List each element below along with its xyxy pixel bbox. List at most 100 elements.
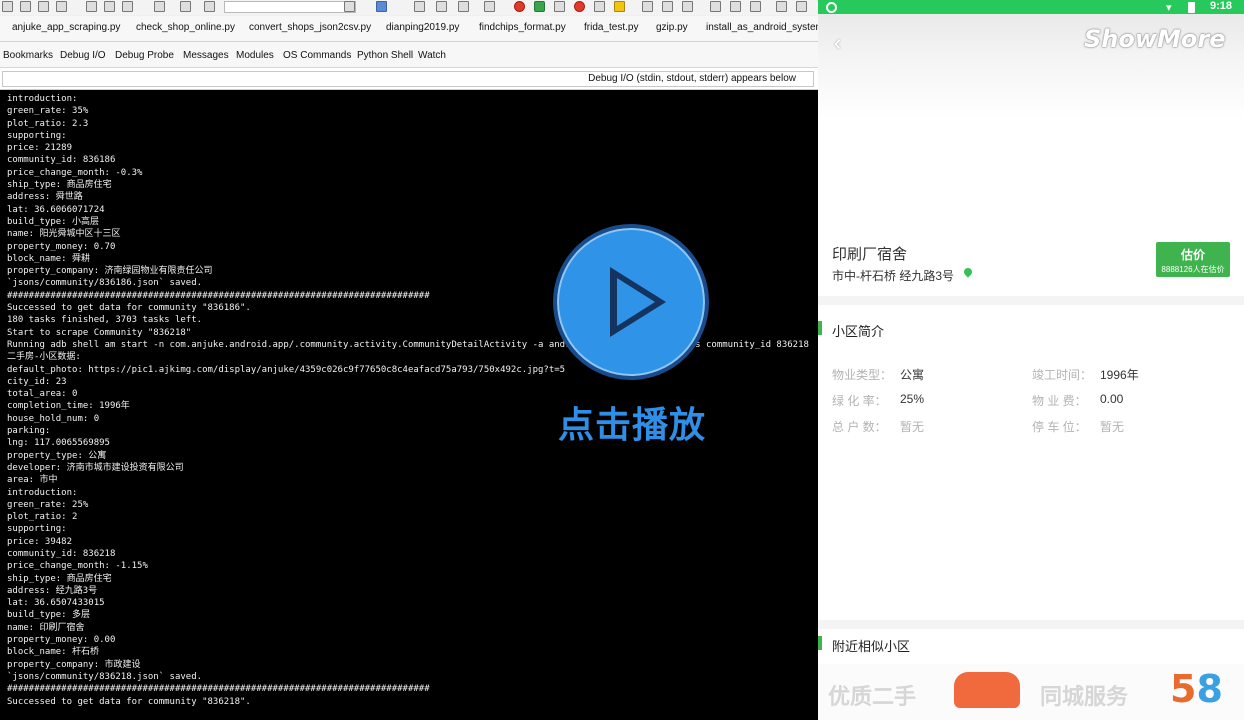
console-line: build_type: 多层 (7, 610, 91, 621)
down-stack-icon[interactable] (730, 1, 741, 12)
watermark-logo: ShowMore (1084, 25, 1226, 53)
file-tab[interactable]: convert_shops_json2csv.py (249, 22, 371, 33)
play-label[interactable]: 点击播放 (553, 396, 711, 448)
file-tab[interactable]: anjuke_app_scraping.py (12, 22, 120, 33)
console-line: supporting: (7, 524, 67, 535)
property-fee-label: 物 业 费： (1032, 394, 1087, 408)
options-icon[interactable] (796, 1, 807, 12)
pause-icon[interactable] (614, 1, 625, 12)
play-button[interactable] (553, 224, 709, 380)
tab-debug-io[interactable]: Debug I/O (60, 50, 106, 61)
file-tab[interactable]: check_shop_online.py (136, 22, 235, 33)
search-icon[interactable] (344, 1, 355, 12)
intro-section-title: 小区简介 (832, 324, 885, 339)
estimate-button-label: 估价 (1180, 248, 1205, 262)
notification-icon (826, 2, 837, 13)
file-tab[interactable]: gzip.py (656, 22, 688, 33)
file-tab[interactable]: frida_test.py (584, 22, 638, 33)
watch-icon[interactable] (776, 1, 787, 12)
run-icon[interactable] (484, 1, 495, 12)
tab-debug-probe[interactable]: Debug Probe (115, 50, 174, 61)
console-line: plot_ratio: 2 (7, 512, 78, 523)
intro-section-header: 小区简介 (818, 318, 1244, 339)
tab-python-shell[interactable]: Python Shell (357, 50, 413, 61)
console-line: ########################################… (7, 684, 430, 695)
green-rate-label: 绿 化 率： (832, 394, 887, 408)
location-pin-icon[interactable] (962, 266, 974, 278)
comment-icon[interactable] (458, 1, 469, 12)
up-stack-icon[interactable] (710, 1, 721, 12)
stop-icon[interactable] (574, 1, 585, 12)
console-line: build_type: 小高层 (7, 216, 100, 227)
tab-modules[interactable]: Modules (236, 50, 274, 61)
debug-play-icon[interactable] (534, 1, 545, 12)
redo-icon[interactable] (180, 1, 191, 12)
console-line: community_id: 836186 (7, 155, 116, 166)
step-out-icon[interactable] (682, 1, 693, 12)
paste-icon[interactable] (122, 1, 133, 12)
console-line: Successed to get data for community "836… (7, 696, 251, 707)
console-line: lat: 36.6507433015 (7, 598, 105, 609)
console-line: price: 21289 (7, 143, 73, 154)
completion-value: 1996年 (1100, 368, 1139, 382)
console-line: supporting: (7, 130, 67, 141)
tab-os-commands[interactable]: OS Commands (283, 50, 351, 61)
file-tab[interactable]: install_as_android_system (706, 22, 824, 33)
outdent-icon[interactable] (436, 1, 447, 12)
community-address: 市中-杆石桥 经九路3号 (832, 269, 955, 283)
indent-icon[interactable] (414, 1, 425, 12)
tab-bookmarks[interactable]: Bookmarks (3, 50, 53, 61)
property-type-value: 公寓 (900, 368, 925, 382)
frame-icon[interactable] (750, 1, 761, 12)
households-label: 总 户 数： (832, 420, 887, 434)
file-tab[interactable]: findchips_format.py (479, 22, 566, 33)
console-line: property_money: 0.00 (7, 635, 116, 646)
cut-icon[interactable] (86, 1, 97, 12)
logo-58-icon: 58 (1170, 667, 1223, 711)
tab-watch[interactable]: Watch (418, 50, 446, 61)
console-line: green_rate: 25% (7, 499, 89, 510)
console-line: area: 市中 (7, 475, 58, 486)
parking-value: 暂无 (1100, 420, 1125, 434)
banner-text-right: 同城服务 (1040, 685, 1129, 710)
section-accent-bar (818, 321, 822, 335)
estimate-button[interactable]: 估价 8888126人在估价 (1156, 242, 1230, 277)
breakpoint-icon[interactable] (514, 1, 525, 12)
console-line: `jsons/community/836218.json` saved. (7, 671, 203, 682)
tab-messages[interactable]: Messages (183, 50, 229, 61)
console-line: community_id: 836218 (7, 548, 116, 559)
console-line: block_name: 杆石桥 (7, 647, 100, 658)
open-folder-icon[interactable] (20, 1, 31, 12)
save-icon[interactable] (38, 1, 49, 12)
nearby-section-title: 附近相似小区 (832, 639, 911, 654)
estimate-count: 8888126人在估价 (1161, 265, 1225, 274)
battery-icon (1188, 2, 1195, 13)
step-over-icon[interactable] (662, 1, 673, 12)
file-tab[interactable]: dianping2019.py (386, 22, 459, 33)
clipboard-icon[interactable] (594, 1, 605, 12)
copy-icon[interactable] (104, 1, 115, 12)
back-arrow-icon[interactable]: ‹ (834, 30, 841, 56)
console-line: introduction: (7, 487, 78, 498)
zoom-icon[interactable] (376, 1, 387, 12)
promo-banner[interactable]: 优质二手 同城服务 58 (818, 664, 1244, 720)
ide-window: anjuke_app_scraping.py check_shop_online… (0, 0, 824, 720)
status-time: 9:18 (1210, 0, 1233, 12)
step-icon[interactable] (554, 1, 565, 12)
console-line: ship_type: 商品房住宅 (7, 573, 112, 584)
console-line: property_company: 市政建设 (7, 659, 141, 670)
console-line: price_change_month: -1.15% (7, 561, 148, 572)
console-line: city_id: 23 (7, 376, 67, 387)
logo-digit-5: 5 (1170, 667, 1197, 711)
logo-digit-8: 8 (1196, 667, 1223, 711)
new-file-icon[interactable] (2, 1, 13, 12)
toolbar-search-field[interactable] (224, 1, 356, 13)
debug-io-status: Debug I/O (stdin, stdout, stderr) appear… (588, 73, 796, 84)
wifi-icon: ▾ (1166, 2, 1172, 14)
step-into-icon[interactable] (642, 1, 653, 12)
undo-icon[interactable] (154, 1, 165, 12)
save-all-icon[interactable] (56, 1, 67, 12)
print-icon[interactable] (204, 1, 215, 12)
community-name: 印刷厂宿舍 (832, 246, 908, 263)
console-line: address: 舜世路 (7, 192, 83, 203)
